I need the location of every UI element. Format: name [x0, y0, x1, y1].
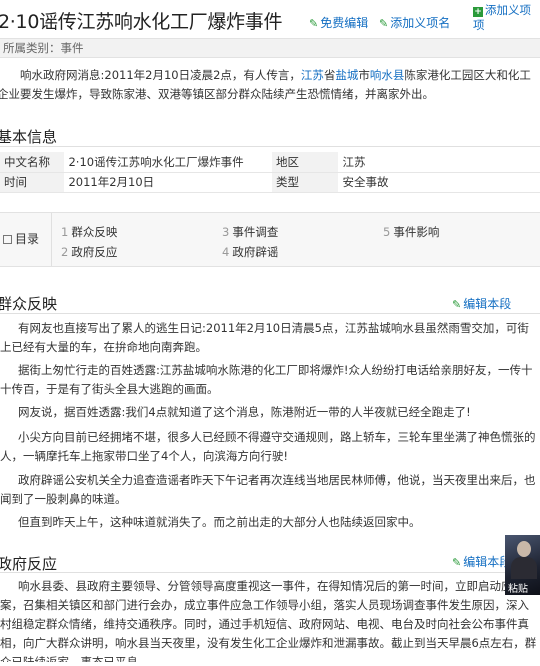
paragraph: 小尖方向目前已经拥堵不堪，很多人已经顾不得遵守交通规则，路上轿车，三轮车里坐满了… — [0, 430, 536, 463]
thumbnail-label: 粘贴 — [508, 584, 528, 595]
toc-item[interactable]: 1 群众反映 — [61, 224, 117, 240]
plus-icon: + — [473, 7, 483, 17]
paragraph: 政府辟谣公安机关全力追查造谣者昨天下午记者再次连线当地居民林师傅，他说，当天夜里… — [0, 473, 536, 506]
free-edit-button[interactable]: ✎ 免费编辑 — [309, 14, 368, 31]
info-value: 江苏 — [338, 152, 540, 173]
paragraph: 网友说，据百姓透露:我们4点就知道了这个消息，陈港附近一带的人半夜就已经全跑走了… — [18, 405, 471, 419]
intro-paragraph: 响水政府网消息:2011年2月10日凌晨2点，有人传言，江苏省盐城市响水县陈家港… — [0, 68, 531, 101]
floating-video-thumbnail[interactable]: 粘贴 — [505, 535, 540, 595]
edit-section-button[interactable]: ✎ 编辑本段 — [452, 295, 511, 312]
divider — [0, 313, 540, 314]
paragraph: 但直到昨天上午，这种味道就消失了。而之前出走的大部分人也陆续返回家中。 — [18, 515, 421, 529]
info-table: 中文名称 2·10谣传江苏响水化工厂爆炸事件 地区 江苏 时间 2011年2月1… — [0, 152, 540, 193]
toc-item[interactable]: 5 事件影响 — [383, 224, 439, 240]
info-value: 2011年2月10日 — [64, 172, 272, 193]
info-key: 中文名称 — [0, 152, 65, 173]
basic-info-heading: 基本信息 — [0, 128, 58, 146]
info-key: 类型 — [272, 172, 339, 193]
divider — [0, 146, 540, 147]
table-row: 时间 2011年2月10日 类型 安全事故 — [0, 172, 540, 193]
pencil-icon: ✎ — [452, 298, 462, 311]
toc-label: 目录 — [3, 213, 52, 266]
info-key: 地区 — [272, 152, 339, 173]
pencil-icon: ✎ — [452, 556, 462, 569]
section-heading-reaction: 群众反映 — [0, 295, 58, 313]
add-meaning-button[interactable]: ✎ 添加义项名 — [379, 14, 450, 31]
paragraph: 据街上匆忙行走的百姓透露:江苏盐城响水陈港的化工厂即将爆炸!众人纷纷打电话给亲朋… — [0, 363, 533, 396]
section-heading-government: 政府反应 — [0, 555, 58, 573]
info-value: 2·10谣传江苏响水化工厂爆炸事件 — [64, 152, 272, 173]
toc-item[interactable]: 4 政府辟谣 — [222, 244, 278, 260]
link-xiangshui[interactable]: 响水县 — [370, 68, 405, 82]
link-yancheng[interactable]: 盐城 — [335, 68, 358, 82]
title-row: 2·10谣传江苏响水化工厂爆炸事件 ✎ 免费编辑 ✎ 添加义项名 + 添加义项项 — [0, 0, 540, 36]
table-of-contents: 目录 1 群众反映 2 政府反应 3 事件调查 4 政府辟谣 5 事件影响 — [0, 212, 540, 267]
pencil-icon: ✎ — [309, 17, 319, 30]
category-bar: 所属类别：事件 — [0, 38, 540, 58]
list-icon — [3, 235, 12, 244]
avatar — [517, 541, 531, 557]
paragraph: 响水县委、县政府主要领导、分管领导高度重视这一事件，在得知情况后的第一时间，立即… — [0, 579, 537, 662]
pencil-icon: ✎ — [379, 17, 389, 30]
add-meaning-link[interactable]: + 添加义项项 — [473, 3, 533, 33]
info-key: 时间 — [0, 172, 65, 193]
table-row: 中文名称 2·10谣传江苏响水化工厂爆炸事件 地区 江苏 — [0, 152, 540, 173]
edit-section-button[interactable]: ✎ 编辑本段 — [452, 553, 511, 570]
divider — [0, 572, 540, 573]
info-value: 安全事故 — [338, 172, 540, 193]
page-title: 2·10谣传江苏响水化工厂爆炸事件 — [0, 11, 283, 33]
paragraph: 有网友也直接写出了累人的逃生日记:2011年2月10日清晨5点，江苏盐城响水县虽… — [0, 321, 529, 354]
toc-item[interactable]: 2 政府反应 — [61, 244, 117, 260]
toc-item[interactable]: 3 事件调查 — [222, 224, 278, 240]
link-jiangsu[interactable]: 江苏 — [301, 68, 324, 82]
